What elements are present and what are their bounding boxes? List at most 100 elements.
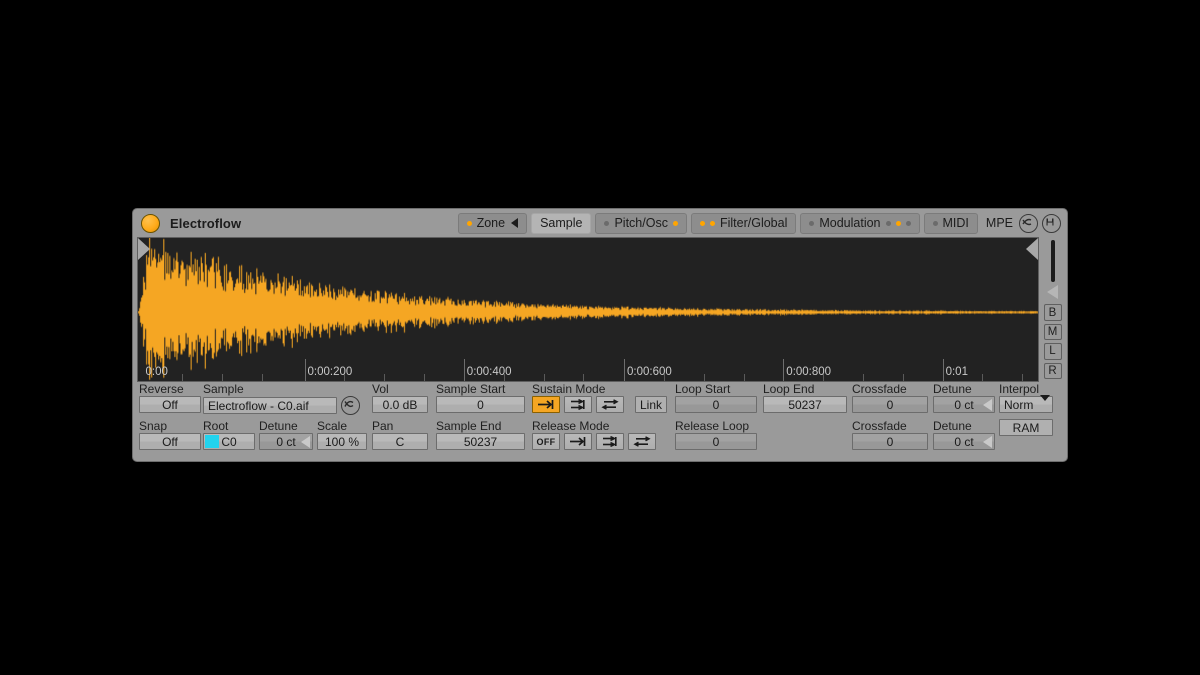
release-detune-label: Detune (933, 419, 972, 433)
release-detune-slider[interactable]: 0 ct (933, 433, 995, 450)
sample-start-label: Sample Start (436, 382, 506, 396)
sample-label: Sample (203, 382, 244, 396)
device-power-led[interactable] (141, 213, 160, 233)
triangle-left-icon (511, 218, 519, 228)
save-disk-icon[interactable] (1042, 213, 1061, 233)
tab-pitch-osc-label: Pitch/Osc (614, 216, 668, 230)
pan-label: Pan (372, 419, 394, 433)
tab-sample[interactable]: Sample (531, 212, 592, 234)
interpol-select[interactable]: Norm (999, 394, 1053, 413)
tab-filter-global-dot-1 (699, 220, 705, 226)
root-detune-value: 0 ct (276, 434, 296, 449)
tab-modulation-dot-1 (885, 220, 891, 226)
pan-field[interactable]: C (372, 433, 428, 450)
refresh-icon[interactable] (341, 396, 360, 415)
sidebar-item-r[interactable]: R (1043, 362, 1062, 379)
tab-midi-dot (932, 220, 938, 226)
tab-modulation-label: Modulation (819, 216, 881, 230)
tab-zone[interactable]: Zone (457, 212, 528, 234)
tab-bar: Zone Sample Pitch/Osc Filter/Global Modu… (457, 212, 1061, 234)
sidebar-item-m[interactable]: M (1043, 323, 1062, 341)
tab-pitch-osc-dot-left (604, 220, 610, 226)
sampler-device-panel: Electroflow Zone Sample Pitch/Osc Filter… (132, 208, 1068, 462)
sample-select[interactable]: Electroflow - C0.aif (203, 397, 337, 414)
slider-handle-icon (301, 435, 310, 448)
device-title-bar: Electroflow Zone Sample Pitch/Osc Filter… (133, 209, 1067, 237)
reverse-label: Reverse (139, 382, 184, 396)
release-mode-no-loop-button[interactable] (564, 433, 592, 450)
snap-label: Snap (139, 419, 168, 433)
release-mode-loop-forward-button[interactable] (596, 433, 624, 450)
tab-zone-label: Zone (476, 216, 506, 230)
loop-start-label: Loop Start (675, 382, 731, 396)
root-color-swatch (205, 435, 219, 448)
tab-zone-indicator-dot (466, 220, 472, 226)
release-crossfade-field[interactable]: 0 (852, 433, 928, 450)
loop-detune-slider[interactable]: 0 ct (933, 396, 995, 413)
tab-modulation[interactable]: Modulation (800, 212, 920, 234)
sample-start-field[interactable]: 0 (436, 396, 525, 413)
root-detune-slider[interactable]: 0 ct (259, 433, 313, 450)
snap-toggle[interactable]: Off (139, 433, 201, 450)
root-label: Root (203, 419, 229, 433)
release-detune-value: 0 ct (954, 434, 974, 449)
sidebar-item-b[interactable]: B (1043, 304, 1062, 321)
root-note-field[interactable]: C0 (203, 433, 255, 450)
root-detune-label: Detune (259, 419, 298, 433)
tab-sample-label: Sample (540, 216, 583, 230)
ram-button[interactable]: RAM (999, 419, 1053, 436)
sustain-mode-label: Sustain Mode (532, 382, 606, 396)
slider-handle-icon (983, 435, 992, 448)
reverse-toggle[interactable]: Off (139, 396, 201, 413)
sample-end-field[interactable]: 50237 (436, 433, 525, 450)
waveform-display[interactable]: 0:00 0:00:200 0:00:400 0:00:600 0:00:800 0:01 (137, 237, 1039, 382)
loop-detune-label: Detune (933, 382, 972, 396)
device-title: Electroflow (170, 215, 242, 231)
loop-start-field[interactable]: 0 (675, 396, 757, 413)
release-crossfade-label: Crossfade (852, 419, 907, 433)
sustain-mode-loop-pingpong-button[interactable] (596, 396, 624, 413)
sample-end-label: Sample End (436, 419, 502, 433)
tab-midi-label: MIDI (942, 216, 969, 230)
chevron-down-icon (1040, 394, 1050, 401)
loop-detune-value: 0 ct (954, 397, 974, 412)
tab-pitch-osc-dot-right (672, 220, 678, 226)
waveform-side-controls: B M L R (1039, 237, 1063, 382)
tab-filter-global[interactable]: Filter/Global (690, 212, 797, 234)
sample-start-marker[interactable] (138, 238, 150, 260)
loop-end-field[interactable]: 50237 (763, 396, 847, 413)
root-note-value: C0 (221, 434, 237, 449)
scale-label: Scale (317, 419, 348, 433)
release-mode-label: Release Mode (532, 419, 610, 433)
vertical-zoom-scrollbar[interactable] (1050, 240, 1055, 283)
tab-filter-global-dot-2 (709, 220, 715, 226)
loop-crossfade-label: Crossfade (852, 382, 907, 396)
waveform-canvas[interactable] (138, 238, 1038, 381)
release-mode-loop-pingpong-button[interactable] (628, 433, 656, 450)
release-mode-off-button[interactable]: OFF (532, 433, 560, 450)
tab-modulation-dot-3 (905, 220, 911, 226)
vol-label: Vol (372, 382, 389, 396)
vol-field[interactable]: 0.0 dB (372, 396, 428, 413)
release-loop-field[interactable]: 0 (675, 433, 757, 450)
mpe-label: MPE (985, 216, 1013, 230)
sustain-mode-no-loop-button[interactable] (532, 396, 560, 413)
tab-modulation-dot-2 (895, 220, 901, 226)
loop-crossfade-field[interactable]: 0 (852, 396, 928, 413)
tab-filter-global-label: Filter/Global (719, 216, 788, 230)
controls-area: Reverse Off Snap Off Sample Electroflow … (133, 382, 1067, 461)
triangle-left-icon[interactable] (1047, 285, 1058, 300)
release-loop-label: Release Loop (675, 419, 750, 433)
link-button[interactable]: Link (635, 396, 667, 413)
slider-handle-icon (983, 398, 992, 411)
tab-midi[interactable]: MIDI (923, 212, 978, 234)
sustain-mode-loop-forward-button[interactable] (564, 396, 592, 413)
interpol-value: Norm (1004, 397, 1034, 412)
tab-modulation-dot-left (809, 220, 815, 226)
scale-field[interactable]: 100 % (317, 433, 367, 450)
tab-pitch-osc[interactable]: Pitch/Osc (595, 212, 687, 234)
loop-end-label: Loop End (763, 382, 815, 396)
mpe-circle-icon[interactable] (1019, 213, 1038, 233)
sidebar-item-l[interactable]: L (1043, 343, 1062, 360)
sample-end-marker[interactable] (1026, 238, 1038, 260)
